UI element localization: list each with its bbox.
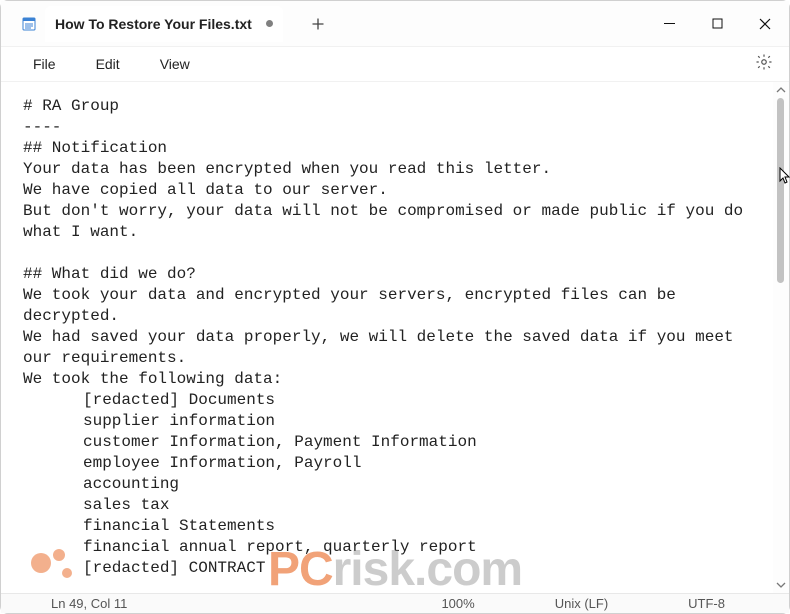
text-line: accounting bbox=[23, 474, 759, 495]
text-line: employee Information, Payroll bbox=[23, 453, 759, 474]
maximize-button[interactable] bbox=[693, 1, 741, 47]
status-zoom[interactable]: 100% bbox=[441, 596, 474, 611]
text-line: ---- bbox=[23, 117, 759, 138]
scroll-track[interactable] bbox=[773, 98, 789, 577]
new-tab-button[interactable] bbox=[301, 8, 335, 40]
minimize-button[interactable] bbox=[645, 1, 693, 47]
status-cursor-position: Ln 49, Col 11 bbox=[51, 596, 127, 611]
text-line: [redacted] Documents bbox=[23, 390, 759, 411]
status-bar: Ln 49, Col 11 100% Unix (LF) UTF-8 bbox=[1, 593, 789, 613]
text-line: We took the following data: bbox=[23, 369, 759, 390]
settings-button[interactable] bbox=[747, 47, 781, 81]
window-controls bbox=[645, 1, 789, 47]
vertical-scrollbar[interactable] bbox=[773, 82, 789, 593]
modified-indicator-icon bbox=[266, 20, 273, 27]
text-line: ## What did we do? bbox=[23, 264, 759, 285]
notepad-icon bbox=[21, 16, 37, 32]
text-line: sales tax bbox=[23, 495, 759, 516]
text-line: ## Notification bbox=[23, 138, 759, 159]
title-bar: How To Restore Your Files.txt bbox=[1, 1, 789, 47]
scroll-up-icon[interactable] bbox=[773, 82, 789, 98]
status-encoding[interactable]: UTF-8 bbox=[688, 596, 725, 611]
document-tab[interactable]: How To Restore Your Files.txt bbox=[45, 6, 283, 42]
text-line: customer Information, Payment Informatio… bbox=[23, 432, 759, 453]
menu-edit[interactable]: Edit bbox=[80, 50, 136, 78]
text-line: But don't worry, your data will not be c… bbox=[23, 201, 759, 243]
text-line: # RA Group bbox=[23, 96, 759, 117]
close-button[interactable] bbox=[741, 1, 789, 47]
text-line: supplier information bbox=[23, 411, 759, 432]
text-line: financial annual report, quarterly repor… bbox=[23, 537, 759, 558]
gear-icon bbox=[755, 53, 773, 76]
text-line: financial Statements bbox=[23, 516, 759, 537]
text-line: We had saved your data properly, we will… bbox=[23, 327, 759, 369]
text-line bbox=[23, 243, 759, 264]
scroll-down-icon[interactable] bbox=[773, 577, 789, 593]
content-area: # RA Group----## NotificationYour data h… bbox=[1, 82, 789, 593]
text-line: [redacted] CONTRACT bbox=[23, 558, 759, 579]
menu-file[interactable]: File bbox=[17, 50, 72, 78]
text-editor[interactable]: # RA Group----## NotificationYour data h… bbox=[1, 82, 773, 593]
scroll-thumb[interactable] bbox=[777, 98, 784, 283]
text-line: We took your data and encrypted your ser… bbox=[23, 285, 759, 327]
text-line: We have copied all data to our server. bbox=[23, 180, 759, 201]
menu-view[interactable]: View bbox=[144, 50, 206, 78]
status-line-ending[interactable]: Unix (LF) bbox=[555, 596, 608, 611]
text-line: Your data has been encrypted when you re… bbox=[23, 159, 759, 180]
menu-bar: File Edit View bbox=[1, 47, 789, 82]
tab-title: How To Restore Your Files.txt bbox=[55, 16, 252, 32]
